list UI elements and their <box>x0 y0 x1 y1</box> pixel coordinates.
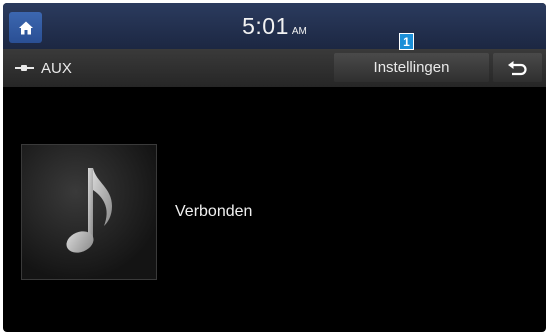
status-bar: 5:01 AM <box>3 3 546 49</box>
source-indicator: AUX <box>15 49 72 87</box>
home-icon <box>18 21 33 34</box>
album-art <box>21 144 157 280</box>
callout-marker: 1 <box>399 33 414 50</box>
aux-cable-icon <box>15 65 34 71</box>
home-button[interactable] <box>9 12 42 43</box>
back-arrow-icon <box>507 60 527 75</box>
settings-button[interactable]: Instellingen <box>334 53 489 82</box>
music-note-icon <box>66 168 112 253</box>
clock: 5:01 AM <box>3 3 546 49</box>
back-button[interactable] <box>493 53 542 82</box>
connection-status: Verbonden <box>175 203 253 220</box>
head-unit-screen: 5:01 AM AUX Instellingen Verbonden <box>3 3 546 332</box>
clock-time: 5:01 <box>242 12 289 39</box>
source-bar: AUX Instellingen <box>3 49 546 87</box>
clock-ampm: AM <box>291 25 307 37</box>
source-label: AUX <box>41 59 72 77</box>
